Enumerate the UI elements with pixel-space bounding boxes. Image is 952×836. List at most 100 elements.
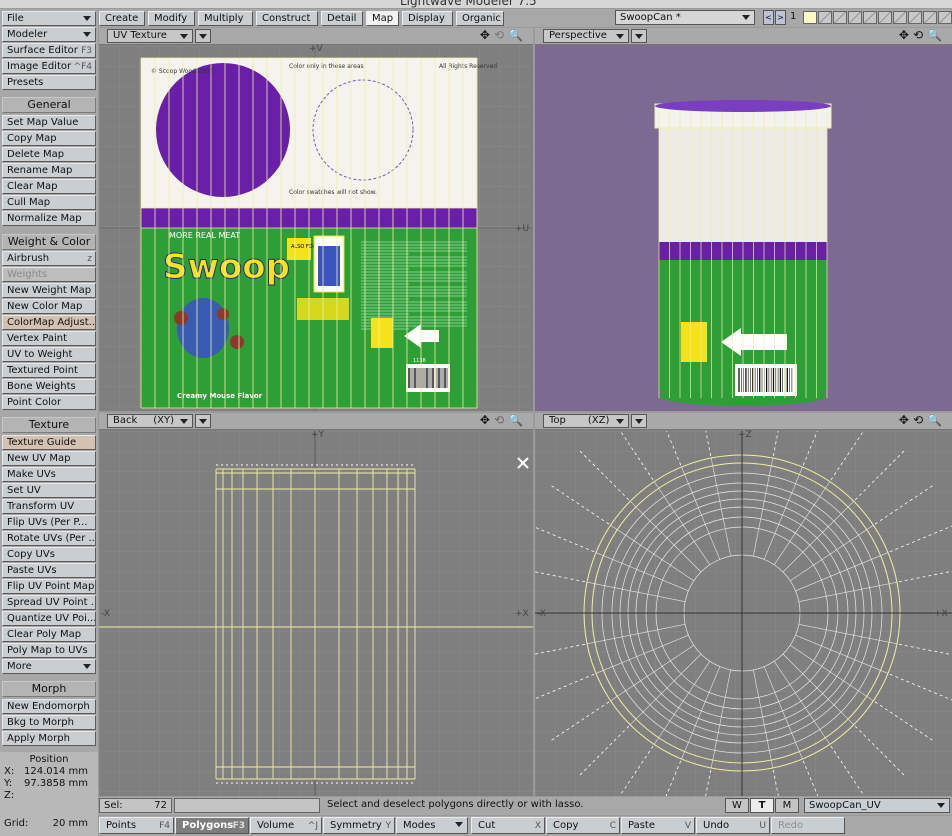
tool-clear-map[interactable]: Clear Map: [2, 179, 96, 194]
layer-button[interactable]: [848, 11, 862, 24]
viewport-header: Perspective ✥⟲🔍: [535, 28, 952, 45]
tool-new-endomorph[interactable]: New Endomorph: [2, 699, 96, 714]
volume-mode-button[interactable]: Volume ^J: [250, 817, 322, 834]
viewport-controls[interactable]: ✥⟲🔍: [899, 414, 946, 427]
tab-modify[interactable]: Modify: [148, 11, 195, 26]
layer-button[interactable]: [938, 11, 952, 24]
viewport-controls[interactable]: ✥⟲🔍: [899, 29, 946, 42]
tool-set-map-value[interactable]: Set Map Value: [2, 115, 96, 130]
viewport-controls[interactable]: ✥⟲🔍: [480, 414, 527, 427]
tool-make-uvs[interactable]: Make UVs: [2, 467, 96, 482]
polygons-mode-button[interactable]: Polygons F3: [175, 817, 249, 834]
uv-canvas[interactable]: © Scoop Wood 2003 Color only in these ar…: [99, 46, 533, 411]
image-editor-button[interactable]: Image Editor ^F4: [2, 59, 96, 74]
tool-copy-map[interactable]: Copy Map: [2, 131, 96, 146]
points-mode-button[interactable]: Points F4: [99, 817, 174, 834]
tool-rename-map[interactable]: Rename Map: [2, 163, 96, 178]
back-viewport[interactable]: Back (XY) ✥⟲🔍 +Y -X +X: [99, 413, 533, 796]
layer-button[interactable]: [833, 11, 847, 24]
layer-button[interactable]: [893, 11, 907, 24]
tool-uv-to-weight[interactable]: UV to Weight: [2, 347, 96, 362]
tool-point-color[interactable]: Point Color: [2, 395, 96, 410]
tool-colormap-adjust[interactable]: ColorMap Adjust...: [2, 315, 96, 330]
uv-texture-viewport[interactable]: UV Texture ✥⟲🔍 © Scoop Wood 2003 Color o…: [99, 28, 533, 411]
back-canvas[interactable]: [99, 431, 533, 796]
layer-number: 1: [790, 11, 797, 22]
render-mode-select[interactable]: [195, 29, 211, 43]
tab-create[interactable]: Create: [99, 11, 145, 26]
presets-button[interactable]: Presets: [2, 75, 96, 90]
tool-delete-map[interactable]: Delete Map: [2, 147, 96, 162]
viewport-mode-select[interactable]: Back (XY): [107, 414, 193, 428]
tool-poly-map-to-uvs[interactable]: Poly Map to UVs: [2, 643, 96, 658]
viewport-mode-select[interactable]: Top (XZ): [543, 414, 629, 428]
texture-guide-button[interactable]: Texture Guide: [2, 435, 96, 450]
render-mode-select[interactable]: [631, 414, 647, 428]
airbrush-button[interactable]: Airbrush z: [2, 251, 96, 266]
viewport-mode-select[interactable]: UV Texture: [107, 29, 193, 43]
tool-rotate-uvs-per[interactable]: Rotate UVs (Per ...: [2, 531, 96, 546]
tab-organic[interactable]: Organic: [456, 11, 504, 26]
undo-button[interactable]: Undo U: [696, 817, 770, 834]
layer-button[interactable]: [878, 11, 892, 24]
redo-button[interactable]: Redo: [771, 817, 845, 834]
numeric-field[interactable]: [174, 798, 320, 813]
tool-flip-uvs-per-p[interactable]: Flip UVs (Per P...: [2, 515, 96, 530]
file-menu[interactable]: File: [2, 11, 96, 26]
tool-paste-uvs[interactable]: Paste UVs: [2, 563, 96, 578]
tool-copy-uvs[interactable]: Copy UVs: [2, 547, 96, 562]
paste-button[interactable]: Paste V: [621, 817, 695, 834]
weight-map-toggle[interactable]: W: [725, 798, 749, 813]
layer-button[interactable]: [863, 11, 877, 24]
tab-map[interactable]: Map: [366, 11, 399, 26]
tool-bone-weights[interactable]: Bone Weights: [2, 379, 96, 394]
prev-object-button[interactable]: <: [763, 10, 774, 25]
surface-editor-button[interactable]: Surface Editor F3: [2, 43, 96, 58]
tool-vertex-paint[interactable]: Vertex Paint: [2, 331, 96, 346]
tab-multiply[interactable]: Multiply: [198, 11, 253, 26]
tool-spread-uv-point[interactable]: Spread UV Point ...: [2, 595, 96, 610]
tab-detail[interactable]: Detail: [321, 11, 363, 26]
next-object-button[interactable]: >: [775, 10, 786, 25]
tool-flip-uv-point-map[interactable]: Flip UV Point Map: [2, 579, 96, 594]
modeler-menu[interactable]: Modeler: [2, 27, 96, 42]
layer-button[interactable]: [818, 11, 832, 24]
perspective-viewport[interactable]: Perspective ✥⟲🔍: [535, 28, 952, 411]
viewport-mode-select[interactable]: Perspective: [543, 29, 629, 43]
vertex-map-selector[interactable]: SwoopCan_UV: [804, 798, 950, 813]
tool-quantize-uv-poi[interactable]: Quantize UV Poi...: [2, 611, 96, 626]
layer-button[interactable]: [923, 11, 937, 24]
tool-new-uv-map[interactable]: New UV Map: [2, 451, 96, 466]
tab-construct[interactable]: Construct: [256, 11, 318, 26]
texture-map-toggle[interactable]: T: [750, 798, 774, 813]
weights-button[interactable]: Weights: [2, 267, 96, 282]
modes-menu[interactable]: Modes: [396, 817, 468, 834]
layer-button[interactable]: [908, 11, 922, 24]
tool-set-uv[interactable]: Set UV: [2, 483, 96, 498]
render-mode-select[interactable]: [631, 29, 647, 43]
symmetry-button[interactable]: Symmetry Y: [323, 817, 395, 834]
zoom-icon: 🔍: [927, 413, 946, 427]
render-mode-select[interactable]: [195, 414, 211, 428]
tool-textured-point[interactable]: Textured Point: [2, 363, 96, 378]
more-menu[interactable]: More: [2, 659, 96, 674]
tool-new-color-map[interactable]: New Color Map: [2, 299, 96, 314]
tool-cull-map[interactable]: Cull Map: [2, 195, 96, 210]
tab-display[interactable]: Display: [402, 11, 453, 26]
top-viewport[interactable]: Top (XZ) ✥⟲🔍 +Z -X +X: [535, 413, 952, 796]
layer-button[interactable]: [803, 11, 817, 24]
top-canvas[interactable]: [535, 431, 952, 796]
tool-apply-morph[interactable]: Apply Morph: [2, 731, 96, 746]
tool-bkg-to-morph[interactable]: Bkg to Morph: [2, 715, 96, 730]
perspective-canvas[interactable]: [535, 46, 952, 411]
status-bar: Sel: 72 Select and deselect polygons dire…: [99, 797, 952, 815]
tool-new-weight-map[interactable]: New Weight Map: [2, 283, 96, 298]
copy-button[interactable]: Copy C: [546, 817, 620, 834]
cut-button[interactable]: Cut X: [471, 817, 545, 834]
tool-transform-uv[interactable]: Transform UV: [2, 499, 96, 514]
tool-clear-poly-map[interactable]: Clear Poly Map: [2, 627, 96, 642]
tool-normalize-map[interactable]: Normalize Map: [2, 211, 96, 226]
viewport-controls[interactable]: ✥⟲🔍: [480, 29, 527, 42]
morph-map-toggle[interactable]: M: [775, 798, 799, 813]
object-selector[interactable]: SwoopCan *: [615, 10, 755, 25]
